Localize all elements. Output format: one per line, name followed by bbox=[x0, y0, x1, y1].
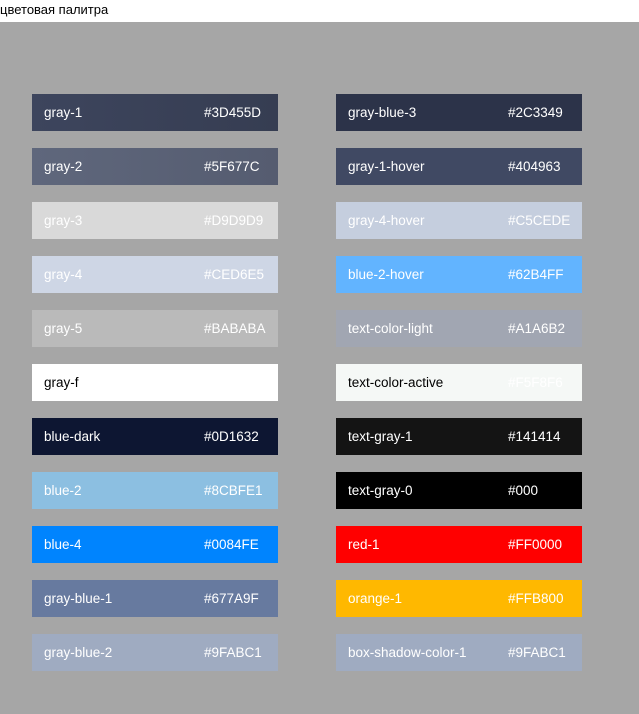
swatch-name: gray-4 bbox=[44, 267, 83, 282]
swatch-hex-code: #5F677C bbox=[204, 159, 260, 174]
swatch-hex-code: #677A9F bbox=[204, 591, 259, 606]
swatch-hex-code: #8CBFE1 bbox=[204, 483, 263, 498]
color-swatch-gray-4: gray-4 #CED6E5 bbox=[32, 256, 278, 293]
color-swatch-blue-dark: blue-dark #0D1632 bbox=[32, 418, 278, 455]
color-swatch-orange-1: orange-1 #FFB800 bbox=[336, 580, 582, 617]
color-palette-canvas: gray-1 #3D455D gray-2 #5F677C gray-3 #D9D9D9 g… bbox=[0, 22, 639, 714]
swatch-name: blue-4 bbox=[44, 537, 82, 552]
swatch-name: text-color-light bbox=[348, 321, 433, 336]
color-swatch-text-gray-1: text-gray-1 #141414 bbox=[336, 418, 582, 455]
color-swatch-gray-4-hover: gray-4-hover #C5CEDE bbox=[336, 202, 582, 239]
color-swatch-box-shadow-color-1: box-shadow-color-1 #9FABC1 bbox=[336, 634, 582, 671]
color-swatch-text-gray-0: text-gray-0 #000 bbox=[336, 472, 582, 509]
color-swatch-gray-blue-2: gray-blue-2 #9FABC1 bbox=[32, 634, 278, 671]
swatch-hex-code: #BABABA bbox=[204, 321, 266, 336]
color-swatch-gray-blue-1: gray-blue-1 #677A9F bbox=[32, 580, 278, 617]
swatch-name: blue-dark bbox=[44, 429, 101, 444]
swatch-name: gray-f bbox=[44, 375, 79, 390]
swatch-name: text-gray-1 bbox=[348, 429, 413, 444]
swatch-hex-code: #2C3349 bbox=[508, 105, 563, 120]
swatch-name: gray-1 bbox=[44, 105, 83, 120]
swatch-hex-code: #C5CEDE bbox=[508, 213, 571, 228]
swatch-name: blue-2-hover bbox=[348, 267, 424, 282]
swatch-name: text-gray-0 bbox=[348, 483, 413, 498]
palette-column-right: gray-blue-3 #2C3349 gray-1-hover #404963 gra… bbox=[336, 94, 582, 688]
swatch-name: gray-blue-3 bbox=[348, 105, 417, 120]
swatch-name: gray-4-hover bbox=[348, 213, 425, 228]
swatch-hex-code: #CED6E5 bbox=[204, 267, 265, 282]
color-swatch-blue-2: blue-2 #8CBFE1 bbox=[32, 472, 278, 509]
title-bar: цветовая палитра bbox=[0, 0, 639, 22]
color-swatch-gray-1-hover: gray-1-hover #404963 bbox=[336, 148, 582, 185]
swatch-name: orange-1 bbox=[348, 591, 403, 606]
swatch-hex-code: #9FABC1 bbox=[204, 645, 262, 660]
swatch-name: gray-1-hover bbox=[348, 159, 425, 174]
color-swatch-blue-2-hover: blue-2-hover #62B4FF bbox=[336, 256, 582, 293]
swatch-hex-code: #A1A6B2 bbox=[508, 321, 566, 336]
color-swatch-gray-f: gray-f bbox=[32, 364, 278, 401]
color-swatch-gray-3: gray-3 #D9D9D9 bbox=[32, 202, 278, 239]
color-swatch-text-color-light: text-color-light #A1A6B2 bbox=[336, 310, 582, 347]
swatch-name: gray-2 bbox=[44, 159, 83, 174]
swatch-hex-code: #0D1632 bbox=[204, 429, 259, 444]
swatch-hex-code: #3D455D bbox=[204, 105, 262, 120]
swatch-hex-code: #141414 bbox=[508, 429, 561, 444]
palette-column-left: gray-1 #3D455D gray-2 #5F677C gray-3 #D9D9D9 g… bbox=[32, 94, 278, 688]
color-swatch-blue-4: blue-4 #0084FE bbox=[32, 526, 278, 563]
swatch-hex-code: #9FABC1 bbox=[508, 645, 566, 660]
swatch-hex-code: #D9D9D9 bbox=[204, 213, 264, 228]
swatch-hex-code: #F5F8F6 bbox=[508, 375, 563, 390]
swatch-hex-code: #FFB800 bbox=[508, 591, 564, 606]
swatch-name: gray-blue-2 bbox=[44, 645, 113, 660]
color-swatch-gray-5: gray-5 #BABABA bbox=[32, 310, 278, 347]
swatch-hex-code: #62B4FF bbox=[508, 267, 564, 282]
swatch-name: text-color-active bbox=[348, 375, 444, 390]
swatch-name: red-1 bbox=[348, 537, 380, 552]
color-swatch-gray-1: gray-1 #3D455D bbox=[32, 94, 278, 131]
swatch-hex-code: #FF0000 bbox=[508, 537, 563, 552]
swatch-hex-code: #0084FE bbox=[204, 537, 259, 552]
swatch-name: box-shadow-color-1 bbox=[348, 645, 467, 660]
swatch-name: blue-2 bbox=[44, 483, 82, 498]
swatch-hex-code: #000 bbox=[508, 483, 539, 498]
page-title: цветовая палитра bbox=[0, 2, 109, 17]
swatch-name: gray-3 bbox=[44, 213, 83, 228]
swatch-name: gray-blue-1 bbox=[44, 591, 113, 606]
color-swatch-gray-blue-3: gray-blue-3 #2C3349 bbox=[336, 94, 582, 131]
color-swatch-gray-2: gray-2 #5F677C bbox=[32, 148, 278, 185]
swatch-hex-code: #404963 bbox=[508, 159, 561, 174]
color-swatch-text-color-active: text-color-active #F5F8F6 bbox=[336, 364, 582, 401]
color-swatch-red-1: red-1 #FF0000 bbox=[336, 526, 582, 563]
swatch-name: gray-5 bbox=[44, 321, 83, 336]
